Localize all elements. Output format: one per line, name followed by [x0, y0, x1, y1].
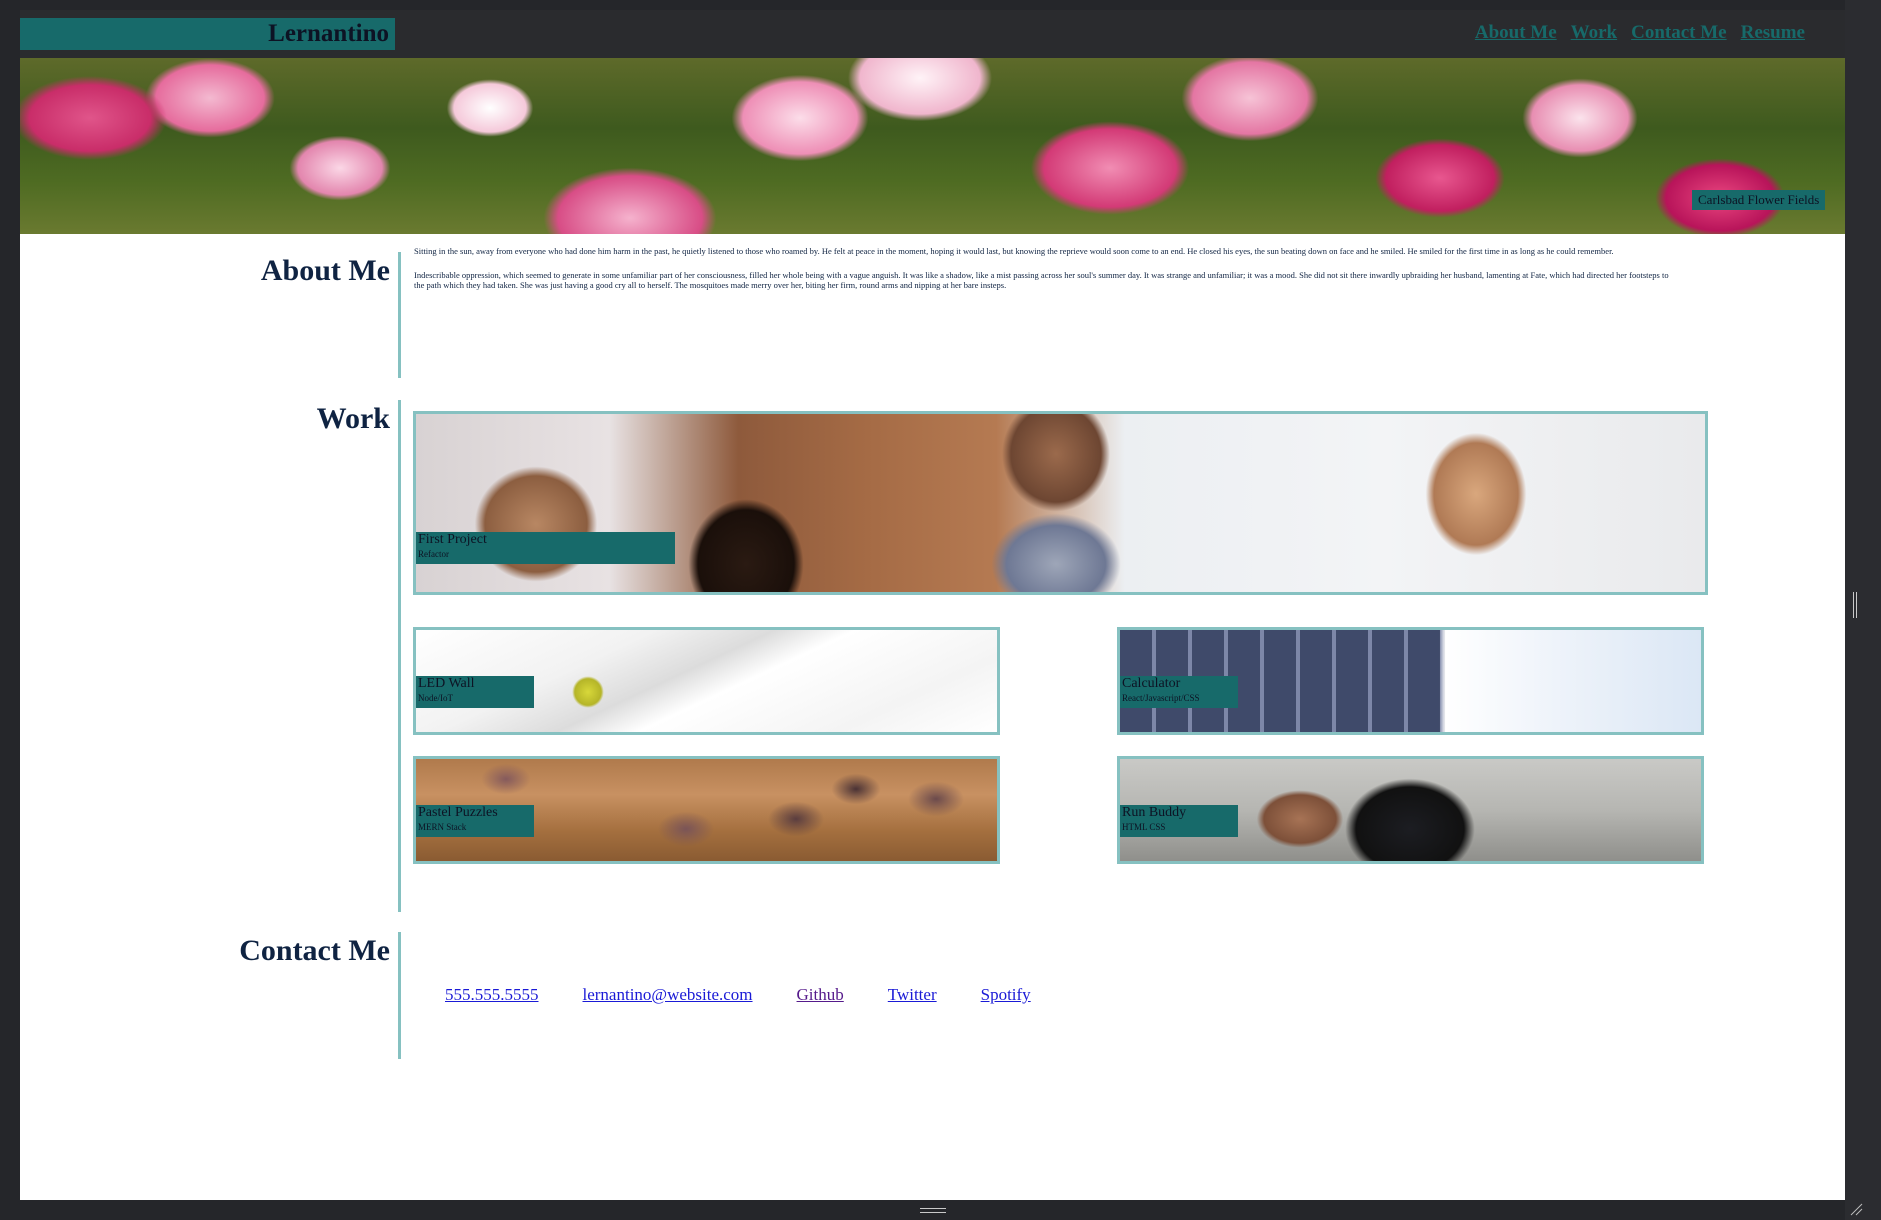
hero-image-flowers [20, 58, 1845, 234]
nav-about-me[interactable]: About Me [1475, 22, 1557, 44]
project-card-led-wall[interactable]: LED Wall Node/IoT [413, 627, 1000, 735]
contact-spotify-link[interactable]: Spotify [981, 985, 1031, 1005]
nav-resume[interactable]: Resume [1741, 22, 1805, 44]
brand-name: Lernantino [268, 20, 389, 47]
project-subtitle: MERN Stack [418, 822, 467, 832]
project-label: Pastel Puzzles MERN Stack [416, 805, 534, 837]
hero-caption: Carlsbad Flower Fields [1692, 190, 1826, 210]
project-label: Calculator React/Javascript/CSS [1120, 676, 1238, 708]
contact-heading: Contact Me [239, 934, 390, 967]
project-card-calculator[interactable]: Calculator React/Javascript/CSS [1117, 627, 1704, 735]
project-card-pastel-puzzles[interactable]: Pastel Puzzles MERN Stack [413, 756, 1000, 864]
resize-grip-icon[interactable] [1849, 1202, 1863, 1216]
about-text: Sitting in the sun, away from everyone w… [414, 246, 1672, 304]
project-title: Calculator [1122, 676, 1181, 691]
about-divider [398, 252, 401, 378]
nav-work[interactable]: Work [1571, 22, 1617, 44]
project-card-run-buddy[interactable]: Run Buddy HTML CSS [1117, 756, 1704, 864]
project-subtitle: Refactor [418, 549, 449, 559]
resize-handle-horizontal[interactable] [920, 1208, 946, 1213]
about-paragraph: Sitting in the sun, away from everyone w… [414, 246, 1614, 256]
project-title: Pastel Puzzles [418, 805, 498, 820]
project-label: First Project Refactor [416, 532, 675, 564]
about-paragraph: Indescribable oppression, which seemed t… [414, 269, 1669, 290]
contact-github-link[interactable]: Github [797, 985, 844, 1005]
window-right-rail [1845, 0, 1881, 1220]
nav-contact-me[interactable]: Contact Me [1631, 22, 1727, 44]
contact-phone-link[interactable]: 555.555.5555 [445, 985, 539, 1005]
project-card-first-project[interactable]: First Project Refactor [413, 411, 1708, 595]
work-divider [398, 400, 401, 912]
work-heading: Work [316, 402, 390, 435]
about-heading: About Me [260, 254, 390, 287]
project-title: First Project [418, 532, 487, 547]
resize-handle-vertical[interactable] [1853, 592, 1857, 618]
project-subtitle: Node/IoT [418, 693, 453, 703]
project-subtitle: React/Javascript/CSS [1122, 693, 1200, 703]
contact-divider [398, 932, 401, 1059]
contact-email-link[interactable]: lernantino@website.com [583, 985, 753, 1005]
main-nav: About Me Work Contact Me Resume [1475, 22, 1805, 44]
project-label: Run Buddy HTML CSS [1120, 805, 1238, 837]
brand-block: Lernantino [20, 18, 395, 50]
project-label: LED Wall Node/IoT [416, 676, 534, 708]
contact-twitter-link[interactable]: Twitter [888, 985, 937, 1005]
project-subtitle: HTML CSS [1122, 822, 1166, 832]
project-title: LED Wall [418, 676, 475, 691]
contact-links: 555.555.5555 lernantino@website.com Gith… [445, 985, 1031, 1005]
project-title: Run Buddy [1122, 805, 1187, 820]
